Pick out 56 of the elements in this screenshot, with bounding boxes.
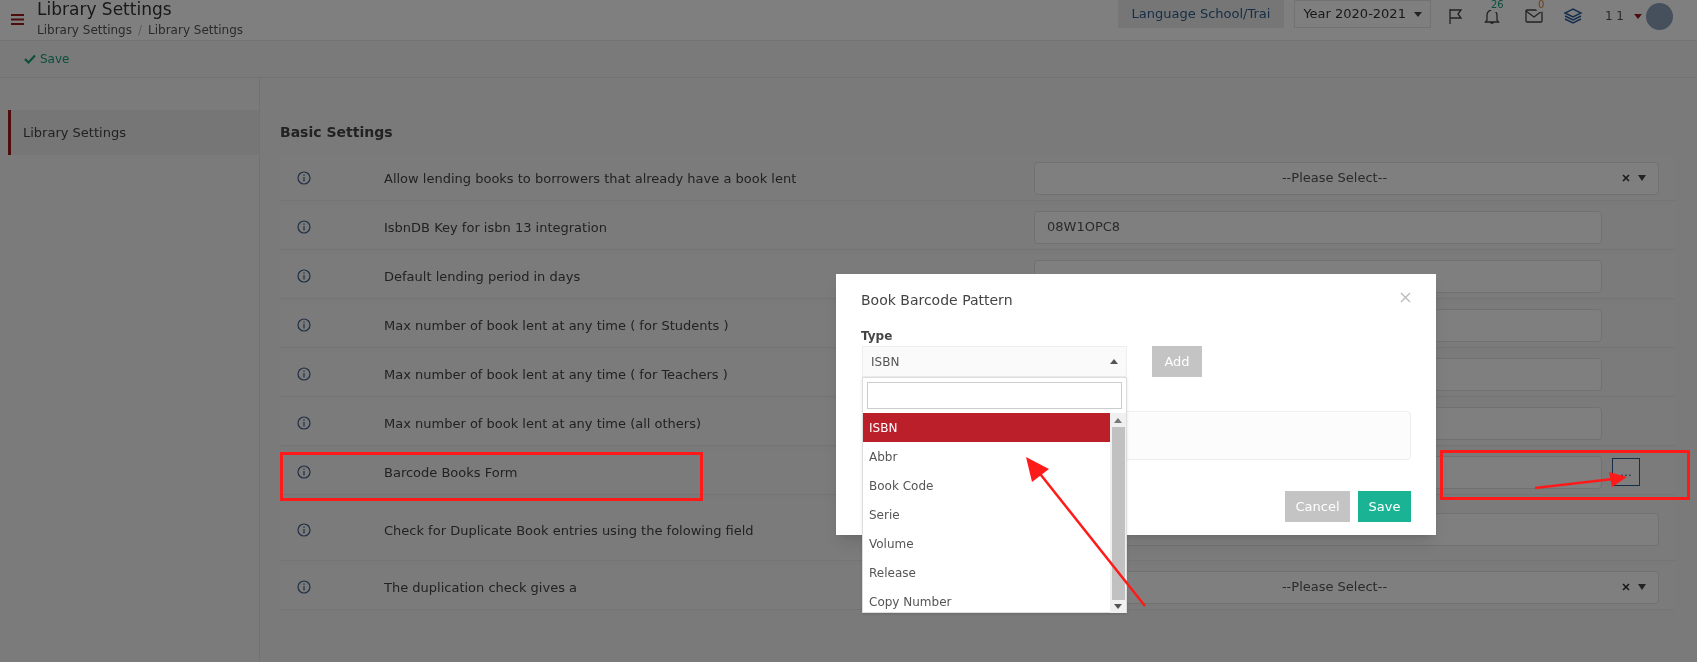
sidebar-item[interactable]: Library Settings <box>8 110 259 155</box>
school-button[interactable]: Language School/Trai <box>1117 0 1285 28</box>
setting-label: Check for Duplicate Book entries using the folowing field <box>384 522 754 538</box>
section-title: Basic Settings <box>280 124 393 140</box>
bell-icon[interactable] <box>1482 7 1501 25</box>
clear-icon[interactable] <box>1622 174 1630 182</box>
info-icon <box>297 580 311 594</box>
scrollbar[interactable] <box>1110 413 1126 613</box>
dropdown-option[interactable]: Volume <box>863 529 1110 558</box>
info-icon <box>297 465 311 479</box>
user-name[interactable]: 1 1 <box>1604 7 1624 25</box>
year-dropdown[interactable]: Year 2020-2021 <box>1294 0 1431 28</box>
clear-icon[interactable] <box>1622 583 1630 591</box>
caret-icon <box>1638 584 1646 590</box>
caret-icon <box>1638 175 1646 181</box>
layers-icon[interactable] <box>1562 7 1583 25</box>
setting-label: IsbnDB Key for isbn 13 integration <box>384 220 607 235</box>
info-icon <box>297 220 311 234</box>
modal-save-button[interactable]: Save <box>1358 491 1411 522</box>
input-field[interactable]: 08W1OPC8 <box>1034 210 1602 244</box>
avatar[interactable] <box>1646 2 1673 30</box>
caret-icon <box>1110 359 1118 364</box>
envelope-icon[interactable] <box>1524 9 1543 23</box>
info-icon <box>297 416 311 430</box>
type-label: Type <box>861 328 893 345</box>
breadcrumb-link[interactable]: Library Settings <box>37 21 132 39</box>
search-field[interactable] <box>867 382 1122 409</box>
caret-icon <box>1413 11 1422 17</box>
info-icon <box>297 522 311 537</box>
dropdown-option[interactable]: Book Code <box>863 471 1110 500</box>
breadcrumb-link[interactable]: Library Settings <box>148 21 244 39</box>
info-icon <box>297 171 311 185</box>
setting-label: Default lending period in days <box>384 269 581 284</box>
dropdown-option[interactable]: Serie <box>863 500 1110 529</box>
info-icon <box>297 269 311 283</box>
info-icon <box>297 318 311 332</box>
select-field[interactable]: --Please Select-- <box>1034 161 1659 195</box>
setting-label: Max number of book lent at any time ( for Teachers ) <box>384 367 728 382</box>
caret-icon <box>1634 13 1642 19</box>
check-icon <box>24 54 36 64</box>
modal-title: Book Barcode Pattern <box>861 291 1013 310</box>
dropdown-option[interactable]: ISBN <box>863 413 1110 442</box>
setting-label: Allow lending books to borrowers that already have a book lent <box>384 171 797 186</box>
type-select[interactable]: ISBN <box>862 346 1127 377</box>
breadcrumb-separator: / <box>138 22 143 39</box>
setting-label: Max number of book lent at any time (all others) <box>384 416 702 431</box>
dropdown-option[interactable]: Abbr <box>863 442 1110 471</box>
setting-label: Max number of book lent at any time ( for Students ) <box>384 318 729 333</box>
page-title: Library Settings <box>37 0 173 18</box>
menu-icon[interactable] <box>11 14 24 25</box>
setting-label: Barcode Books Form <box>384 465 518 480</box>
info-icon <box>297 367 311 381</box>
setting-label: The duplication check gives a <box>384 580 578 595</box>
scroll-up-icon[interactable] <box>1114 418 1122 423</box>
save-button[interactable]: Save <box>24 50 70 68</box>
flag-icon[interactable] <box>1446 7 1465 25</box>
